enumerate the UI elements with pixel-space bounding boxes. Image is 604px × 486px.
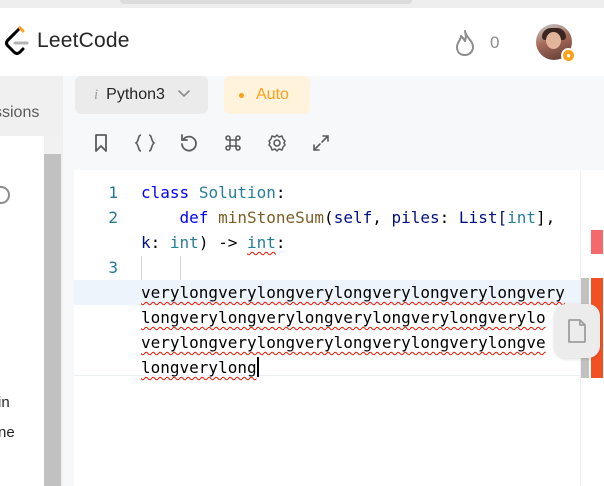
braces-icon[interactable] (134, 132, 156, 154)
editor-toolbar (90, 130, 354, 156)
line-number: 1 (108, 183, 118, 202)
reset-icon[interactable] (178, 132, 200, 154)
punct-token: ) -> (198, 233, 247, 252)
leetcode-logo-icon (5, 26, 29, 55)
param-token: piles (391, 208, 440, 227)
code-text: longverylong (141, 358, 257, 377)
language-label: Python3 (106, 86, 165, 103)
address-bar-edge (120, 0, 412, 4)
class-name-token: Solution (198, 183, 276, 202)
description-text-fragment: ne (0, 424, 15, 441)
keyword-token: class (141, 183, 190, 202)
line-number: 2 (108, 208, 118, 227)
punct-token: , (372, 208, 392, 227)
punct-token: ( (324, 208, 334, 227)
code-line-wrapped: longverylong (141, 355, 259, 380)
punct-token: : (150, 233, 170, 252)
description-pane: ssions in ne (0, 76, 63, 486)
code-line: class Solution: (141, 180, 286, 205)
code-line-wrapped: longverylongverylongverylongverylongvery… (141, 308, 546, 327)
document-icon (568, 319, 586, 343)
type-token: int (246, 233, 276, 252)
settings-icon[interactable] (266, 132, 288, 154)
browser-top-strip (0, 0, 604, 8)
punct-token: : (275, 233, 286, 252)
fullscreen-icon[interactable] (310, 132, 332, 154)
code-line-wrapped: k: int) -> int: (141, 230, 286, 255)
description-text-fragment: in (0, 394, 10, 411)
bookmark-icon[interactable] (90, 132, 112, 154)
type-token: List[ (458, 208, 508, 227)
line-number: 3 (108, 258, 118, 277)
code-line-wrapped: verylongverylongverylongverylongverylong… (141, 333, 546, 352)
code-line: def minStoneSum(self, piles: List[int], (141, 205, 556, 230)
scrollbar-track-top (44, 136, 61, 154)
auto-mode-label: Auto (256, 86, 289, 103)
pane-scrollbar[interactable] (44, 136, 61, 486)
type-token: int (507, 208, 536, 227)
auto-mode-button[interactable]: Auto (224, 76, 310, 114)
language-select[interactable]: i Python3 (75, 76, 208, 114)
brand-name: LeetCode (37, 29, 130, 52)
notes-button[interactable] (554, 304, 600, 358)
indent-guide (141, 256, 142, 280)
punct-token: ], (536, 208, 556, 227)
top-navbar: LeetCode 0 ● (0, 8, 604, 76)
text-cursor (256, 357, 259, 377)
type-token: int (169, 233, 199, 252)
function-name-token: minStoneSum (218, 208, 325, 227)
error-marker (591, 230, 603, 254)
avatar-face (546, 32, 561, 49)
user-avatar[interactable]: ● (536, 24, 576, 63)
indent-guide (180, 256, 181, 280)
premium-badge-icon: ● (561, 48, 576, 63)
tab-submissions[interactable]: ssions (0, 104, 39, 122)
info-icon: i (94, 86, 99, 103)
param-token: k (141, 233, 151, 252)
fire-icon (456, 30, 474, 56)
keyword-token: def (179, 208, 209, 227)
punct-token: : (439, 208, 459, 227)
leetcode-logo[interactable]: LeetCode (4, 26, 130, 56)
streak-count: 0 (490, 33, 500, 52)
status-dot-icon (239, 92, 244, 98)
punct-token: : (275, 183, 286, 202)
code-area[interactable]: 1 class Solution: 2 def minStoneSum(self… (74, 170, 580, 486)
param-token: self (333, 208, 373, 227)
code-line-wrapped: verylongverylongverylongverylongverylong… (141, 283, 565, 302)
streak-counter[interactable]: 0 (452, 28, 499, 58)
command-icon[interactable] (222, 132, 244, 154)
chevron-down-icon (177, 86, 191, 104)
